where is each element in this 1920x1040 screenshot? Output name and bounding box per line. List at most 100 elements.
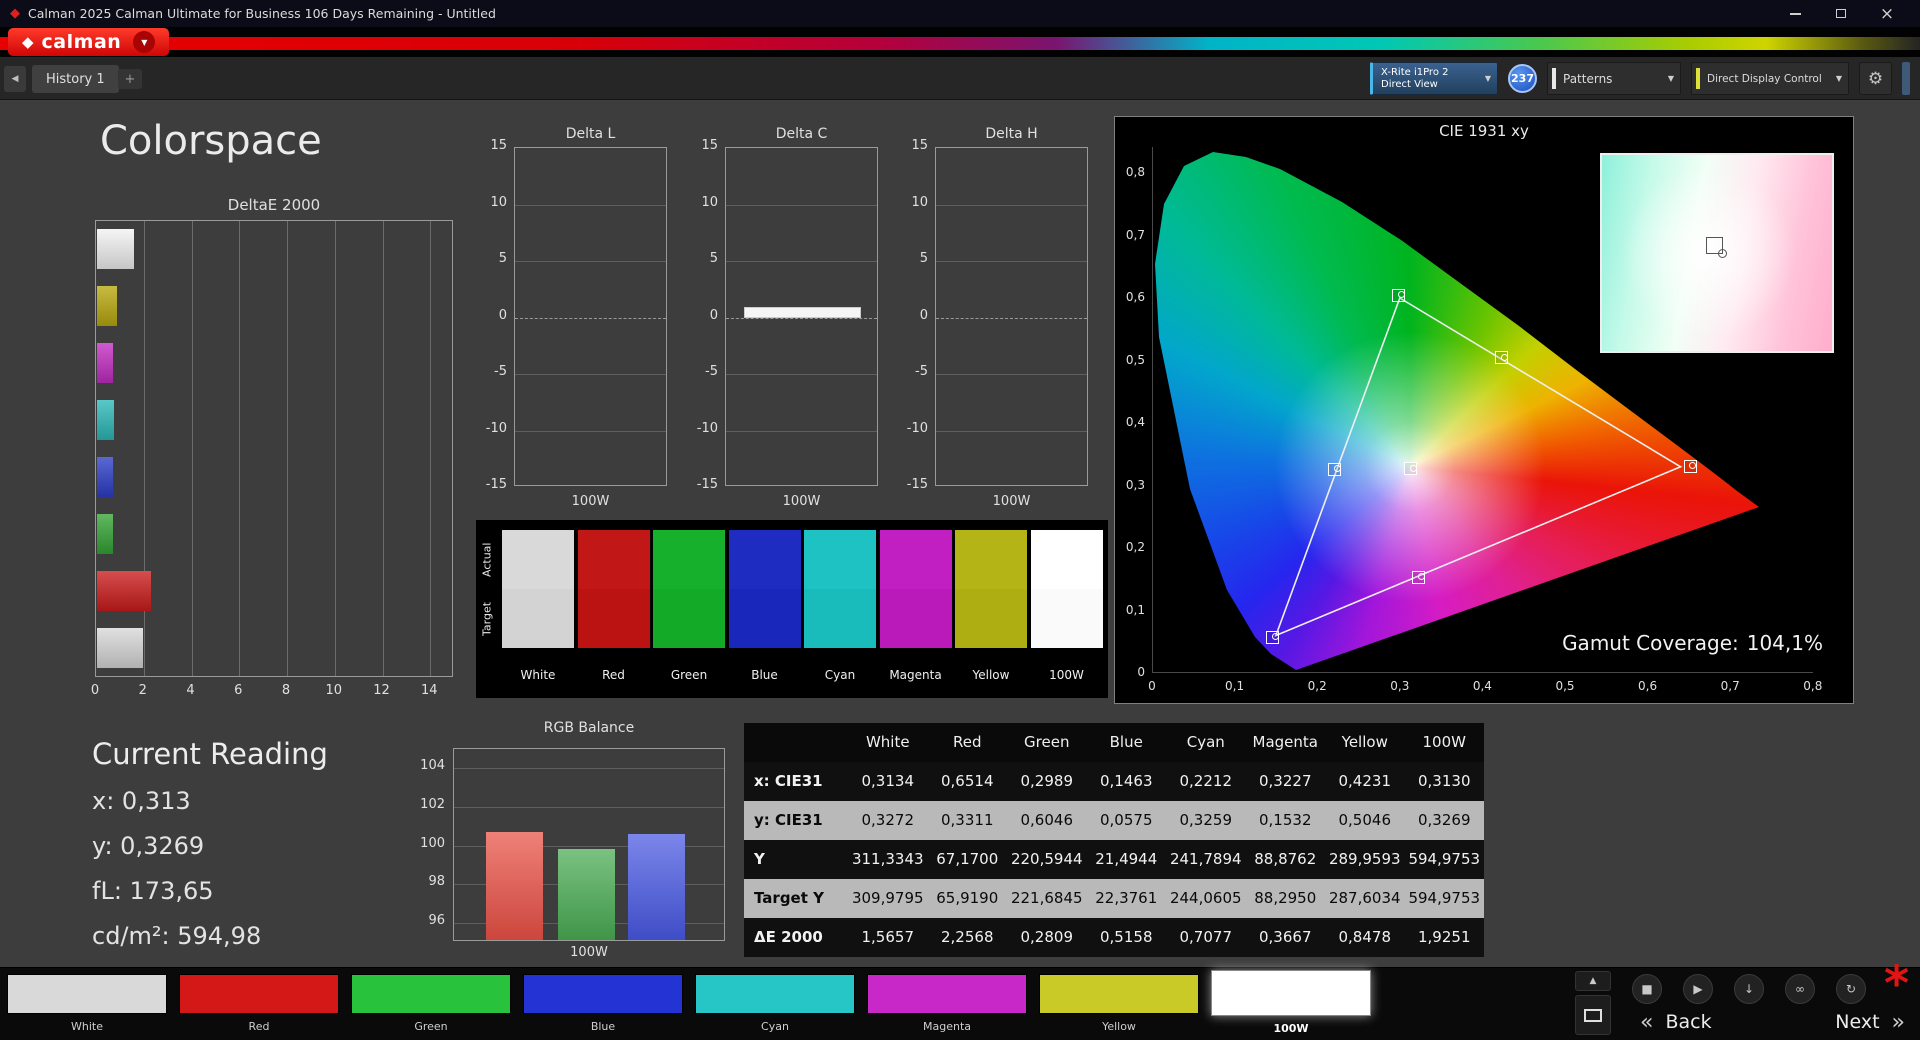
pattern-tray-collapse-button[interactable]: ▲ [1575,971,1611,991]
table-cell: 0,0575 [1086,801,1166,840]
display-window-button[interactable] [1575,995,1611,1035]
cie-x-axis-label: 0,4 [1472,679,1492,693]
add-tab-button[interactable]: + [118,69,142,89]
cie-y-axis-label: 0,5 [1125,352,1145,367]
back-button[interactable]: « Back [1640,1007,1760,1037]
rgb-axis-label: 102 [420,796,445,812]
main-menu-dropdown[interactable]: ▼ [133,31,156,53]
settings-button[interactable]: ⚙ [1859,62,1892,95]
table-cell: 88,8762 [1245,840,1325,879]
delta-l-chart: Delta L 100W 15 10 5 0 -5 -10 -15 [469,126,669,524]
rgb-axis-label: 96 [428,912,445,928]
pattern-label: Magenta [922,1020,971,1033]
table-cell: 0,5046 [1325,801,1405,840]
strip-target-yellow [955,589,1027,648]
table-cell: 0,3667 [1245,918,1325,957]
deltae-bar-blue [97,457,113,497]
table-cell: 0,8478 [1325,918,1405,957]
table-cell: 2,2568 [927,918,1007,957]
delta-h-chart: Delta H 100W 15 10 5 0 -5 -10 -15 [890,126,1090,524]
strip-target-white [502,589,574,648]
table-header-White: White [848,723,928,762]
cie-measured-blue [1271,633,1279,641]
chart-x-label: 100W [782,494,821,509]
window-title: Calman 2025 Calman Ultimate for Business… [28,6,496,21]
table-cell: 309,9795 [848,879,928,918]
rgb-axis-label: 100 [420,835,445,851]
chevron-left-double-icon: « [1640,1009,1654,1035]
tab-scroll-left-button[interactable]: ◀ [4,66,26,92]
refresh-button[interactable]: ↻ [1836,974,1866,1004]
pattern-button-cyan[interactable]: Cyan [695,968,855,1040]
delta-gridline [726,317,877,319]
pattern-button-white[interactable]: White [7,968,167,1040]
white-point-zoom-inset [1600,153,1834,353]
delta-axis-label: 5 [498,251,507,266]
chart-plot [725,147,878,486]
patterns-dropdown[interactable]: Patterns ▼ [1547,62,1681,95]
delta-axis-label: -15 [485,477,507,492]
meter-selector-dropdown[interactable]: X-Rite i1Pro 2 Direct View ▼ [1370,62,1498,95]
tab-history-1[interactable]: History 1 [32,65,119,93]
rgb-axis-label: 98 [428,874,445,890]
calman-logo-button[interactable]: ◆ calman ▼ [8,28,170,56]
table-cell: 594,9753 [1404,840,1484,879]
link-button[interactable]: ∞ [1785,974,1815,1004]
pattern-button-magenta[interactable]: Magenta [867,968,1027,1040]
strip-label-100w: 100W [1049,668,1084,682]
chevron-down-icon: ▼ [141,37,148,47]
table-header-Cyan: Cyan [1166,723,1246,762]
cie-x-axis-label: 0,5 [1555,679,1575,693]
minimize-button[interactable] [1772,0,1818,27]
pattern-label: Yellow [1102,1020,1136,1033]
stop-measure-button[interactable]: ■ [1632,974,1662,1004]
rgb-gridline [454,806,724,808]
delta-gridline [515,261,666,262]
side-panel-toggle[interactable] [1902,62,1910,95]
brand-bar: ◆ calman ▼ [0,27,1920,57]
strip-actual-100w [1030,530,1103,589]
pattern-button-red[interactable]: Red [179,968,339,1040]
table-row-label: ΔE 2000 [744,918,848,957]
deltae-gridline [382,221,384,676]
pattern-color-swatch [1039,974,1199,1014]
pattern-button-yellow[interactable]: Yellow [1039,968,1199,1040]
display-control-dropdown[interactable]: Direct Display Control ▼ [1691,62,1849,95]
reading-value: y: 0,3269 [92,832,205,860]
close-button[interactable]: × [1864,0,1910,27]
start-measure-button[interactable]: ▶ [1683,974,1713,1004]
table-cell: 0,1463 [1086,762,1166,801]
badge-count: 237 [1511,72,1534,85]
save-button[interactable]: ↓ [1734,974,1764,1004]
delta-gridline [515,317,666,319]
delta-gridline [936,317,1087,319]
pattern-label: White [71,1020,103,1033]
delta-axis-label: -15 [906,477,928,492]
chart-plot [95,220,453,677]
pattern-button-green[interactable]: Green [351,968,511,1040]
table-cell: 0,3272 [848,801,928,840]
close-icon: × [1879,3,1895,24]
table-cell: 0,6514 [927,762,1007,801]
chevron-down-icon: ▼ [1835,74,1842,83]
deltae-axis-label: 12 [373,683,390,698]
deltae-bar-magenta [97,343,113,383]
play-icon: ▶ [1693,982,1703,996]
delta-axis-label: 0 [919,307,928,323]
table-cell: 0,3269 [1404,801,1484,840]
strip-actual-cyan [804,530,876,589]
strip-target-blue [728,589,801,648]
minimize-icon [1789,12,1801,15]
pattern-button-100w[interactable]: 100W [1211,968,1371,1040]
chevron-right-double-icon: » [1891,1009,1905,1035]
chevron-down-icon: ▼ [1484,74,1491,83]
pattern-swatch-list: White Red Green Blue Cyan Magenta Yellow 100W [7,968,1387,1040]
chart-x-label: 100W [570,945,608,960]
delta-axis-label: 5 [709,251,718,266]
meter-status-badge[interactable]: 237 [1508,64,1537,93]
table-header-Blue: Blue [1086,723,1166,762]
maximize-button[interactable] [1818,0,1864,27]
table-header-100W: 100W [1404,723,1484,762]
pattern-button-blue[interactable]: Blue [523,968,683,1040]
delta-gridline [515,430,666,432]
